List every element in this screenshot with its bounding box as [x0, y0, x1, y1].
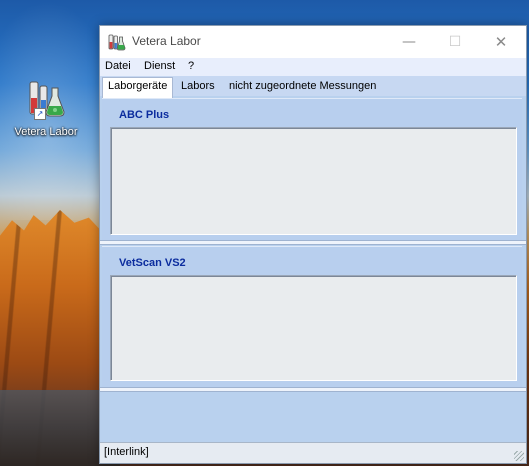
app-window: Vetera Labor — ☐ ✕ Datei Dienst ? Laborg… [99, 25, 527, 464]
lab-flask-icon [108, 33, 126, 51]
desktop-shortcut-vetera-labor[interactable]: ↗ Vetera Labor [6, 78, 86, 138]
panel-splitter[interactable] [100, 240, 526, 245]
title-bar[interactable]: Vetera Labor — ☐ ✕ [100, 26, 526, 58]
tab-labors[interactable]: Labors [181, 80, 215, 92]
resize-grip-icon[interactable] [514, 451, 524, 461]
status-text: [Interlink] [104, 446, 149, 458]
menu-datei[interactable]: Datei [105, 60, 131, 72]
lab-flask-icon: ↗ [26, 78, 66, 120]
menu-dienst[interactable]: Dienst [144, 60, 175, 72]
tab-laborgeraete[interactable]: Laborgeräte [102, 77, 174, 99]
panel-title: ABC Plus [119, 109, 170, 121]
device-list-box[interactable] [110, 275, 517, 381]
tab-nicht-zugeordnete-messungen[interactable]: nicht zugeordnete Messungen [229, 80, 376, 92]
close-button[interactable]: ✕ [478, 26, 524, 58]
window-title: Vetera Labor [132, 34, 201, 48]
minimize-button[interactable]: — [386, 26, 432, 58]
maximize-button[interactable]: ☐ [432, 26, 478, 58]
desktop-icon-label: Vetera Labor [14, 126, 78, 138]
device-list-box[interactable] [110, 127, 517, 235]
panel-splitter[interactable] [100, 387, 526, 392]
device-panel-vetscan-vs2: VetScan VS2 [102, 246, 522, 389]
tab-strip: Laborgeräte Labors nicht zugeordnete Mes… [100, 76, 526, 99]
status-bar: [Interlink] [100, 442, 526, 463]
shortcut-arrow-icon: ↗ [34, 108, 46, 120]
menu-help[interactable]: ? [188, 60, 194, 72]
menu-bar: Datei Dienst ? [100, 58, 526, 76]
device-panel-abc-plus: ABC Plus [102, 98, 522, 241]
panel-title: VetScan VS2 [119, 257, 186, 269]
